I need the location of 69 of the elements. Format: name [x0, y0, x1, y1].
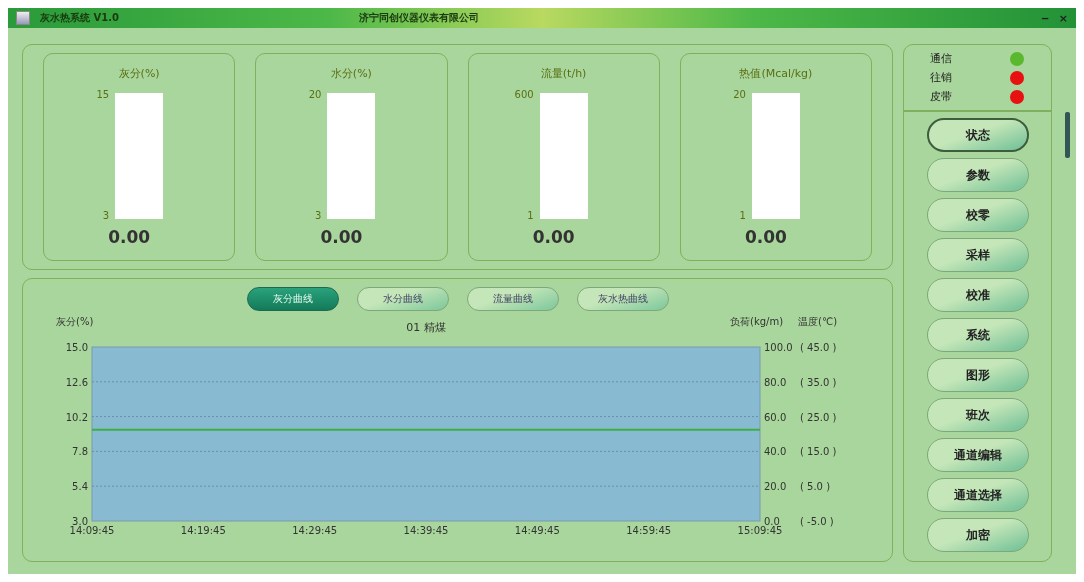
status-label: 皮带 — [930, 89, 952, 104]
y-tick-label: ( 45.0 ) — [799, 342, 836, 353]
menu-button[interactable]: 班次 — [926, 398, 1029, 432]
status-label: 往销 — [930, 70, 952, 85]
gauge-label: 热值(Mcal/kg) — [739, 66, 813, 81]
y-axis-label: 灰分(%) — [55, 317, 93, 327]
menu-button[interactable]: 通道编辑 — [926, 438, 1029, 472]
scale-min: 3 — [102, 210, 110, 221]
y-tick-label: ( 35.0 ) — [799, 376, 836, 388]
y-tick-label: 60.0 — [763, 411, 786, 423]
y-tick-label: ( 5.0 ) — [799, 481, 830, 493]
y-axis-label: 温度(℃) — [797, 317, 837, 327]
scale-max: 600 — [514, 89, 534, 100]
scale-min: 1 — [527, 210, 534, 221]
y-tick-label: 5.4 — [71, 481, 88, 493]
curve-tab[interactable]: 灰分曲线 — [246, 287, 339, 311]
y-tick-label: ( -5.0 ) — [799, 516, 834, 527]
y-tick-label: 15.0 — [65, 342, 88, 353]
gauge-label: 流量(t/h) — [540, 66, 587, 81]
menu-button[interactable]: 采样 — [926, 238, 1029, 272]
y-tick-label: 7.8 — [71, 446, 88, 458]
x-tick-label: 14:09:45 — [69, 525, 114, 535]
gauge-reading: 0.00 — [744, 227, 787, 247]
window-title: 灰水热系统 V1.0 — [40, 11, 119, 25]
x-tick-label: 14:19:45 — [180, 525, 226, 535]
menu-button[interactable]: 加密 — [926, 518, 1029, 552]
menu-button[interactable]: 校准 — [926, 278, 1029, 312]
menu-button[interactable]: 校零 — [926, 198, 1029, 232]
x-tick-label: 14:49:45 — [514, 525, 560, 535]
gauge-reading: 0.00 — [320, 227, 363, 247]
company-name: 济宁同创仪器仪表有限公司 — [358, 11, 479, 25]
y-tick-label: ( 25.0 ) — [799, 411, 836, 423]
status-label: 通信 — [930, 51, 952, 66]
x-tick-label: 14:59:45 — [625, 525, 671, 535]
y-tick-label: 12.6 — [65, 376, 88, 388]
minimize-button[interactable]: ‒ — [1041, 11, 1049, 25]
x-tick-label: 14:29:45 — [291, 525, 337, 535]
gauge-label: 灰分(%) — [118, 66, 160, 81]
scale-max: 20 — [733, 89, 746, 100]
scrollbar-thumb[interactable] — [1065, 112, 1070, 158]
gauge-reading: 0.00 — [108, 227, 151, 247]
menu-button[interactable]: 系统 — [926, 318, 1029, 352]
menu-button[interactable]: 参数 — [926, 158, 1029, 192]
y-tick-label: ( 15.0 ) — [799, 446, 836, 458]
y-tick-label: 0.0 — [763, 516, 780, 527]
menu-button[interactable]: 通道选择 — [926, 478, 1029, 512]
y-axis-label: 负荷(kg/m) — [729, 317, 783, 327]
x-tick-label: 15:09:45 — [737, 525, 782, 535]
y-tick-label: 3.0 — [71, 516, 88, 527]
y-tick-label: 100.0 — [763, 342, 793, 353]
app-icon — [16, 11, 30, 25]
scale-max: 20 — [308, 89, 322, 100]
close-button[interactable]: × — [1058, 11, 1068, 25]
scale-max: 15 — [96, 89, 110, 100]
chart-title: 01 精煤 — [405, 321, 446, 334]
gauge-reading: 0.00 — [532, 227, 575, 247]
y-tick-label: 40.0 — [763, 446, 786, 458]
curve-tab[interactable]: 流量曲线 — [466, 287, 559, 311]
menu-button[interactable]: 图形 — [926, 358, 1029, 392]
y-tick-label: 10.2 — [65, 411, 88, 423]
gauge-label: 水分(%) — [330, 66, 372, 81]
curve-tab[interactable]: 灰水热曲线 — [576, 287, 669, 311]
scale-min: 1 — [739, 210, 746, 221]
curve-tab[interactable]: 水分曲线 — [356, 287, 449, 311]
menu-button[interactable]: 状态 — [926, 118, 1029, 152]
y-tick-label: 20.0 — [763, 481, 786, 493]
y-tick-label: 80.0 — [763, 376, 786, 388]
x-tick-label: 14:39:45 — [403, 525, 448, 535]
scale-min: 3 — [315, 210, 322, 221]
